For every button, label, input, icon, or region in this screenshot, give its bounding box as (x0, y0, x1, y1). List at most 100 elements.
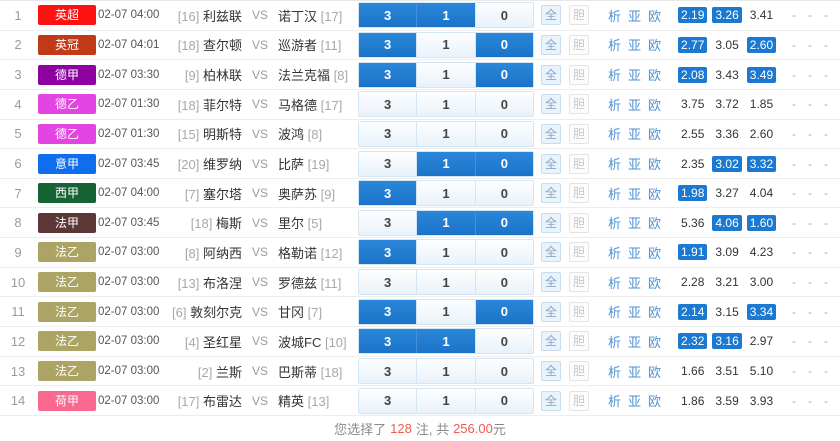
pick-button-draw[interactable]: 1 (416, 181, 475, 206)
pick-button-draw[interactable]: 1 (416, 62, 475, 87)
link-asia[interactable]: 亚 (628, 213, 641, 232)
pick-button-draw[interactable]: 1 (416, 32, 475, 57)
link-europe[interactable]: 欧 (648, 35, 661, 54)
pick-button-win[interactable]: 3 (359, 181, 417, 206)
link-analysis[interactable]: 析 (608, 391, 621, 410)
link-analysis[interactable]: 析 (608, 302, 621, 321)
banker-button[interactable]: 胆 (569, 94, 589, 115)
pick-button-win[interactable]: 3 (359, 92, 417, 117)
link-asia[interactable]: 亚 (628, 391, 641, 410)
banker-button[interactable]: 胆 (569, 272, 589, 293)
link-asia[interactable]: 亚 (628, 95, 641, 114)
link-analysis[interactable]: 析 (608, 124, 621, 143)
link-asia[interactable]: 亚 (628, 332, 641, 351)
banker-button[interactable]: 胆 (569, 212, 589, 233)
pick-button-lose[interactable]: 0 (474, 121, 533, 146)
pick-button-draw[interactable]: 1 (416, 3, 475, 28)
pick-button-win[interactable]: 3 (359, 151, 417, 176)
link-europe[interactable]: 欧 (648, 184, 661, 203)
pick-button-win[interactable]: 3 (359, 3, 417, 28)
select-all-button[interactable]: 全 (541, 183, 561, 204)
link-analysis[interactable]: 析 (608, 95, 621, 114)
select-all-button[interactable]: 全 (541, 94, 561, 115)
link-europe[interactable]: 欧 (648, 95, 661, 114)
select-all-button[interactable]: 全 (541, 5, 561, 26)
link-analysis[interactable]: 析 (608, 243, 621, 262)
link-europe[interactable]: 欧 (648, 243, 661, 262)
link-europe[interactable]: 欧 (648, 391, 661, 410)
select-all-button[interactable]: 全 (541, 212, 561, 233)
select-all-button[interactable]: 全 (541, 153, 561, 174)
link-europe[interactable]: 欧 (648, 332, 661, 351)
link-analysis[interactable]: 析 (608, 184, 621, 203)
banker-button[interactable]: 胆 (569, 153, 589, 174)
pick-button-win[interactable]: 3 (359, 240, 417, 265)
select-all-button[interactable]: 全 (541, 301, 561, 322)
link-europe[interactable]: 欧 (648, 273, 661, 292)
link-europe[interactable]: 欧 (648, 65, 661, 84)
pick-button-draw[interactable]: 1 (416, 359, 475, 383)
select-all-button[interactable]: 全 (541, 64, 561, 85)
select-all-button[interactable]: 全 (541, 123, 561, 144)
pick-button-draw[interactable]: 1 (416, 92, 475, 117)
banker-button[interactable]: 胆 (569, 242, 589, 263)
banker-button[interactable]: 胆 (569, 183, 589, 204)
link-analysis[interactable]: 析 (608, 362, 621, 381)
pick-button-lose[interactable]: 0 (474, 329, 533, 354)
link-europe[interactable]: 欧 (648, 213, 661, 232)
link-asia[interactable]: 亚 (628, 243, 641, 262)
pick-button-win[interactable]: 3 (359, 359, 417, 383)
link-asia[interactable]: 亚 (628, 184, 641, 203)
pick-button-win[interactable]: 3 (359, 270, 417, 295)
banker-button[interactable]: 胆 (569, 64, 589, 85)
pick-button-win[interactable]: 3 (359, 121, 417, 146)
link-analysis[interactable]: 析 (608, 273, 621, 292)
link-asia[interactable]: 亚 (628, 65, 641, 84)
pick-button-lose[interactable]: 0 (474, 299, 533, 324)
pick-button-lose[interactable]: 0 (474, 181, 533, 206)
link-analysis[interactable]: 析 (608, 332, 621, 351)
pick-button-lose[interactable]: 0 (474, 62, 533, 87)
pick-button-draw[interactable]: 1 (416, 210, 475, 235)
select-all-button[interactable]: 全 (541, 34, 561, 55)
link-analysis[interactable]: 析 (608, 154, 621, 173)
pick-button-lose[interactable]: 0 (474, 270, 533, 295)
select-all-button[interactable]: 全 (541, 390, 561, 411)
pick-button-draw[interactable]: 1 (416, 151, 475, 176)
pick-button-win[interactable]: 3 (359, 329, 417, 354)
banker-button[interactable]: 胆 (569, 34, 589, 55)
pick-button-lose[interactable]: 0 (474, 92, 533, 117)
link-analysis[interactable]: 析 (608, 35, 621, 54)
pick-button-win[interactable]: 3 (359, 210, 417, 235)
banker-button[interactable]: 胆 (569, 390, 589, 411)
pick-button-win[interactable]: 3 (359, 32, 417, 57)
pick-button-draw[interactable]: 1 (416, 121, 475, 146)
link-analysis[interactable]: 析 (608, 213, 621, 232)
link-asia[interactable]: 亚 (628, 154, 641, 173)
pick-button-draw[interactable]: 1 (416, 388, 475, 413)
link-europe[interactable]: 欧 (648, 154, 661, 173)
link-analysis[interactable]: 析 (608, 6, 621, 25)
select-all-button[interactable]: 全 (541, 272, 561, 293)
link-europe[interactable]: 欧 (648, 362, 661, 381)
link-asia[interactable]: 亚 (628, 273, 641, 292)
link-europe[interactable]: 欧 (648, 124, 661, 143)
select-all-button[interactable]: 全 (541, 361, 561, 381)
pick-button-draw[interactable]: 1 (416, 240, 475, 265)
pick-button-win[interactable]: 3 (359, 62, 417, 87)
pick-button-lose[interactable]: 0 (474, 210, 533, 235)
banker-button[interactable]: 胆 (569, 361, 589, 381)
banker-button[interactable]: 胆 (569, 5, 589, 26)
pick-button-lose[interactable]: 0 (474, 151, 533, 176)
pick-button-lose[interactable]: 0 (474, 32, 533, 57)
pick-button-lose[interactable]: 0 (474, 359, 533, 383)
link-asia[interactable]: 亚 (628, 362, 641, 381)
link-europe[interactable]: 欧 (648, 302, 661, 321)
banker-button[interactable]: 胆 (569, 301, 589, 322)
link-asia[interactable]: 亚 (628, 35, 641, 54)
link-europe[interactable]: 欧 (648, 6, 661, 25)
pick-button-draw[interactable]: 1 (416, 299, 475, 324)
pick-button-lose[interactable]: 0 (474, 240, 533, 265)
link-analysis[interactable]: 析 (608, 65, 621, 84)
select-all-button[interactable]: 全 (541, 331, 561, 352)
